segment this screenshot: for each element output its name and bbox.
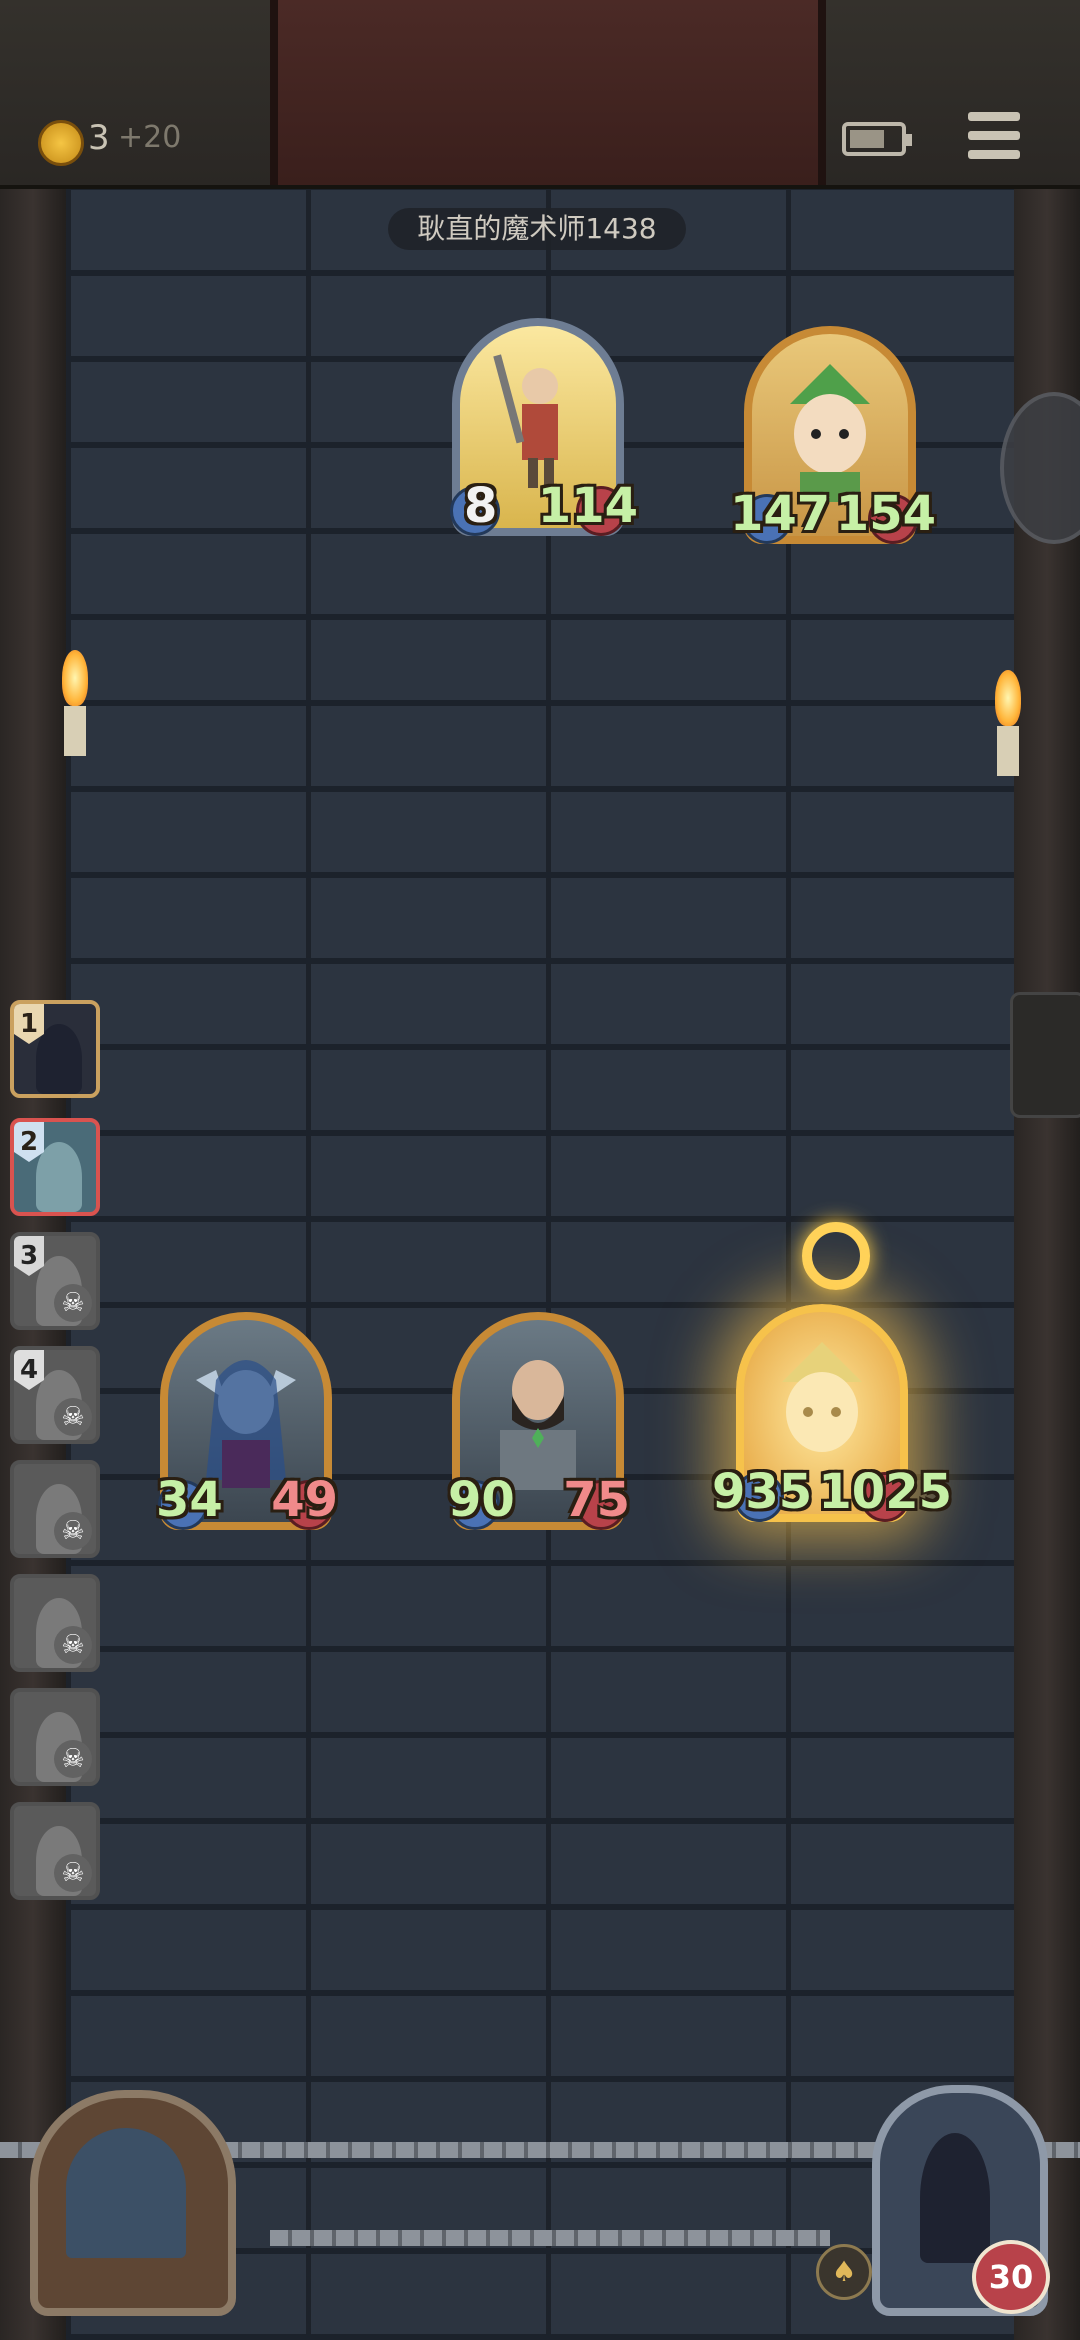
minion-health: 114 — [537, 478, 638, 534]
roster-slot[interactable]: ☠ — [10, 1460, 100, 1558]
roster-slot[interactable]: 1 — [10, 1000, 100, 1098]
player-minion-card[interactable]: 935 1025 — [712, 1304, 952, 1522]
minion-health: 1025 — [818, 1464, 952, 1520]
player-minion-card[interactable]: 34 49 — [156, 1312, 338, 1530]
hero-power-icon[interactable]: ♠ — [816, 2244, 872, 2300]
minion-attack: 34 — [156, 1472, 223, 1528]
opponent-name: 耿直的魔术师1438 — [388, 208, 686, 250]
skull-icon: ☠ — [54, 1626, 92, 1664]
minion-attack: 90 — [448, 1472, 515, 1528]
coin-bonus: +20 — [118, 120, 182, 155]
skull-icon: ☠ — [54, 1512, 92, 1550]
pipe-decoration — [270, 2230, 830, 2246]
right-frame — [1014, 0, 1080, 2340]
roster-slot[interactable]: ☠ — [10, 1802, 100, 1900]
torch-icon — [988, 670, 1028, 790]
minion-attack: 8 — [464, 478, 498, 534]
skull-icon: ☠ — [54, 1398, 92, 1436]
leaf-girl-portrait-icon — [770, 354, 890, 504]
torch-icon — [55, 650, 95, 770]
coin-amount: 3 — [88, 118, 110, 158]
minion-health: 49 — [271, 1472, 338, 1528]
roster-slot[interactable]: ☠ — [10, 1574, 100, 1672]
roster-slot[interactable]: 3 ☠ — [10, 1232, 100, 1330]
hooded-hero-icon — [920, 2133, 990, 2263]
roster-slot[interactable]: 4 ☠ — [10, 1346, 100, 1444]
minion-attack: 147 — [730, 486, 831, 542]
minion-health: 75 — [563, 1472, 630, 1528]
shop-tavern-button[interactable] — [30, 2090, 236, 2316]
battery-icon — [842, 122, 912, 156]
leaf-girl-portrait-icon — [762, 1332, 882, 1482]
minion-health: 154 — [835, 486, 936, 542]
warrior-portrait-icon — [478, 346, 598, 496]
coin-icon — [38, 120, 84, 166]
skull-icon: ☠ — [54, 1854, 92, 1892]
skull-icon: ☠ — [54, 1284, 92, 1322]
bearded-warrior-portrait-icon — [478, 1340, 598, 1490]
door-handle — [1010, 992, 1080, 1118]
elf-sorceress-portrait-icon — [186, 1340, 306, 1490]
top-bar: 3 +20 — [0, 0, 1080, 189]
opponent-minion-card[interactable]: 147 154 — [730, 326, 936, 544]
menu-icon[interactable] — [968, 112, 1020, 160]
roster-slot[interactable]: ☠ — [10, 1688, 100, 1786]
roster-slot[interactable]: 2 — [10, 1118, 100, 1216]
hero-health: 30 — [972, 2240, 1050, 2314]
player-minion-card[interactable]: 90 75 — [448, 1312, 630, 1530]
opponent-minion-card[interactable]: 8 114 — [450, 318, 638, 536]
curtain — [270, 0, 826, 185]
minion-attack: 935 — [712, 1464, 813, 1520]
skull-icon: ☠ — [54, 1740, 92, 1778]
golden-ring-icon — [802, 1222, 870, 1290]
tavern-icon — [66, 2128, 186, 2258]
